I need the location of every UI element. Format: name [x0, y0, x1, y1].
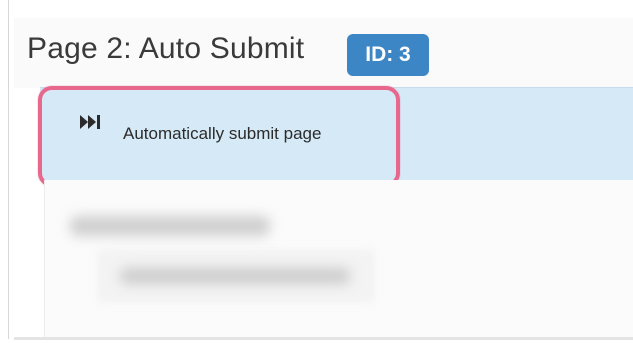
- skip-forward-icon: [80, 115, 100, 129]
- blurred-question-label: [70, 216, 270, 236]
- bottom-divider: [14, 337, 633, 340]
- page-title: Page 2: Auto Submit: [27, 32, 305, 65]
- auto-submit-label[interactable]: Automatically submit page: [123, 124, 321, 144]
- blurred-answer-text: [120, 268, 350, 284]
- page-id-badge: ID: 3: [347, 34, 429, 76]
